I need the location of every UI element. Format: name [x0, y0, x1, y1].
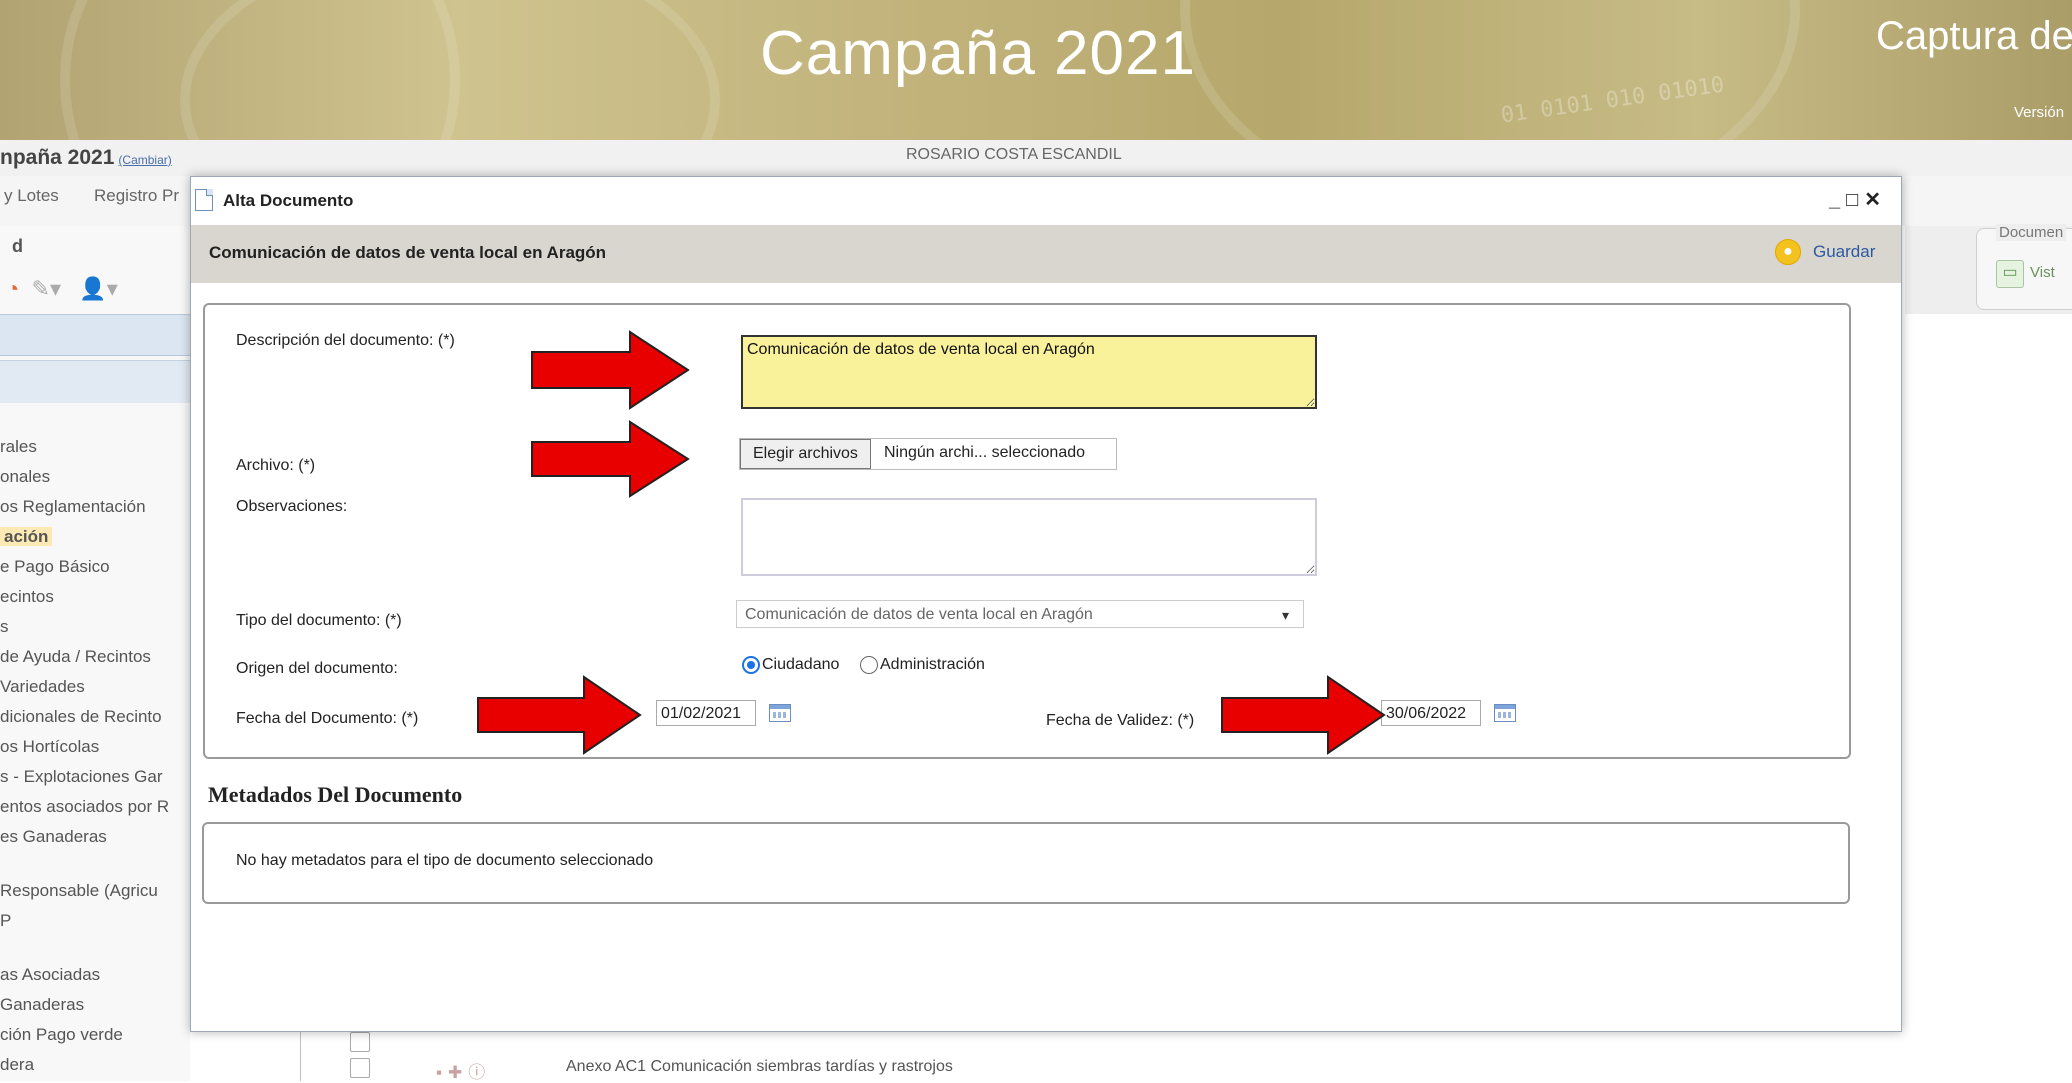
campaign-label: npaña 2021 (Cambiar) — [0, 146, 172, 170]
user-name: ROSARIO COSTA ESCANDIL — [906, 146, 1122, 163]
banner-title: Campaña 2021 — [760, 19, 1196, 88]
dialog-title: Alta Documento — [223, 191, 354, 210]
file-input[interactable]: Elegir archivos Ningún archi... seleccio… — [739, 438, 1117, 470]
sidebar-toolbar: ◔ ✎▾ 👤▾ — [6, 276, 118, 302]
sidebar-group-row[interactable] — [0, 360, 190, 403]
sidebar-list: rales onales os Reglamentación ación e P… — [0, 432, 190, 1080]
origin-radio-administracion[interactable] — [860, 656, 878, 674]
row-action-icons[interactable]: ▪✚ⓘ — [436, 1058, 491, 1083]
red-arrow-icon — [531, 420, 690, 498]
sidebar-item[interactable]: ecintos — [0, 582, 190, 612]
campaign-name: npaña 2021 — [0, 146, 115, 169]
calendar-icon[interactable] — [1494, 704, 1516, 722]
menu-item-registro[interactable]: Registro Pr — [94, 186, 179, 206]
metadata-title: Metadados Del Documento — [208, 782, 463, 807]
preview-button-label[interactable]: Vist — [2030, 264, 2055, 281]
type-select[interactable]: Comunicación de datos de venta local en … — [736, 600, 1304, 628]
sidebar-item[interactable]: os Reglamentación — [0, 492, 190, 522]
user-icon[interactable]: 👤▾ — [67, 276, 117, 301]
sidebar-item[interactable]: dicionales de Recinto — [0, 702, 190, 732]
sidebar-item[interactable]: es Ganaderas — [0, 822, 190, 852]
sidebar-item[interactable]: dera — [0, 1050, 190, 1080]
doc-date-field[interactable]: 01/02/2021 — [656, 700, 756, 726]
row-checkbox[interactable] — [350, 1058, 370, 1078]
sidebar-item[interactable]: Variedades — [0, 672, 190, 702]
section-title: Comunicación de datos de venta local en … — [209, 243, 607, 262]
sidebar-item[interactable]: ción Pago verde — [0, 1020, 190, 1050]
chevron-down-icon: ▾ — [1281, 607, 1289, 623]
sidebar-item[interactable]: entos asociados por R — [0, 792, 190, 822]
description-field[interactable] — [741, 335, 1317, 409]
sidebar-header: d — [12, 236, 23, 256]
edit-icon[interactable]: ✎▾ — [25, 276, 61, 301]
document-icon — [195, 189, 213, 211]
header-banner: 01 0101 010 01010 Campaña 2021 Captura d… — [0, 0, 2072, 140]
save-icon[interactable]: ● — [1775, 239, 1801, 265]
sidebar-item[interactable]: Responsable (Agricu — [0, 876, 190, 906]
sidebar-item[interactable]: P — [0, 906, 190, 936]
type-select-value: Comunicación de datos de venta local en … — [745, 606, 1093, 623]
sidebar-selected-row[interactable] — [0, 314, 190, 356]
red-arrow-icon — [477, 675, 642, 755]
minimize-icon[interactable]: _ — [1829, 189, 1846, 211]
validity-date-field[interactable]: 30/06/2022 — [1381, 700, 1481, 726]
refresh-icon[interactable]: ◔ — [6, 276, 19, 301]
banner-decoration — [1180, 0, 1800, 140]
banner-app-title: Captura de — [1876, 14, 2072, 58]
sidebar-item[interactable]: s — [0, 612, 190, 642]
metadata-empty-text: No hay metadatos para el tipo de documen… — [236, 852, 654, 869]
calendar-icon[interactable] — [769, 704, 791, 722]
preview-icon[interactable]: ▭ — [1996, 260, 2024, 288]
origin-label: Origen del documento: — [236, 660, 398, 677]
type-label: Tipo del documento: (*) — [236, 612, 402, 629]
version-label: Versión — [2014, 104, 2065, 121]
red-arrow-icon — [531, 330, 690, 410]
close-icon[interactable]: ✕ — [1864, 189, 1887, 211]
banner-decoration — [180, 0, 720, 140]
choose-files-button[interactable]: Elegir archivos — [740, 439, 871, 469]
sidebar-item[interactable]: s - Explotaciones Gar — [0, 762, 190, 792]
sidebar-item[interactable]: onales — [0, 462, 190, 492]
origin-option-administracion[interactable]: Administración — [880, 656, 985, 674]
validity-label: Fecha de Validez: (*) — [1046, 712, 1195, 729]
window-controls[interactable]: _□✕ — [1829, 187, 1887, 212]
table-row-text: Anexo AC1 Comunicación siembras tardías … — [566, 1058, 953, 1075]
sidebar-item[interactable]: de Ayuda / Recintos — [0, 642, 190, 672]
observations-field[interactable] — [741, 498, 1317, 576]
menu-item-lotes[interactable]: y Lotes — [4, 186, 59, 206]
doc-date-label: Fecha del Documento: (*) — [236, 710, 419, 727]
sidebar-item[interactable]: rales — [0, 432, 190, 462]
red-arrow-icon — [1221, 675, 1386, 755]
sidebar-item[interactable]: as Asociadas — [0, 960, 190, 990]
save-label[interactable]: Guardar — [1813, 242, 1875, 262]
file-label: Archivo: (*) — [236, 457, 316, 474]
description-label: Descripción del documento: (*) — [236, 332, 455, 349]
maximize-icon[interactable]: □ — [1846, 189, 1864, 211]
origin-radio-ciudadano[interactable] — [742, 656, 760, 674]
sidebar-item[interactable]: os Hortícolas — [0, 732, 190, 762]
observations-label: Observaciones: — [236, 498, 348, 515]
sidebar-item[interactable]: e Pago Básico — [0, 552, 190, 582]
sidebar-item-active[interactable]: ación — [0, 522, 190, 552]
file-status: Ningún archi... seleccionado — [884, 444, 1086, 461]
change-campaign-link[interactable]: (Cambiar) — [118, 153, 171, 167]
sidebar-item[interactable]: Ganaderas — [0, 990, 190, 1020]
origin-option-ciudadano[interactable]: Ciudadano — [762, 656, 839, 674]
row-checkbox[interactable] — [350, 1032, 370, 1052]
documents-panel-title: Documen — [1996, 224, 2067, 241]
dialog-titlebar[interactable]: Alta Documento _□✕ — [191, 177, 1901, 223]
